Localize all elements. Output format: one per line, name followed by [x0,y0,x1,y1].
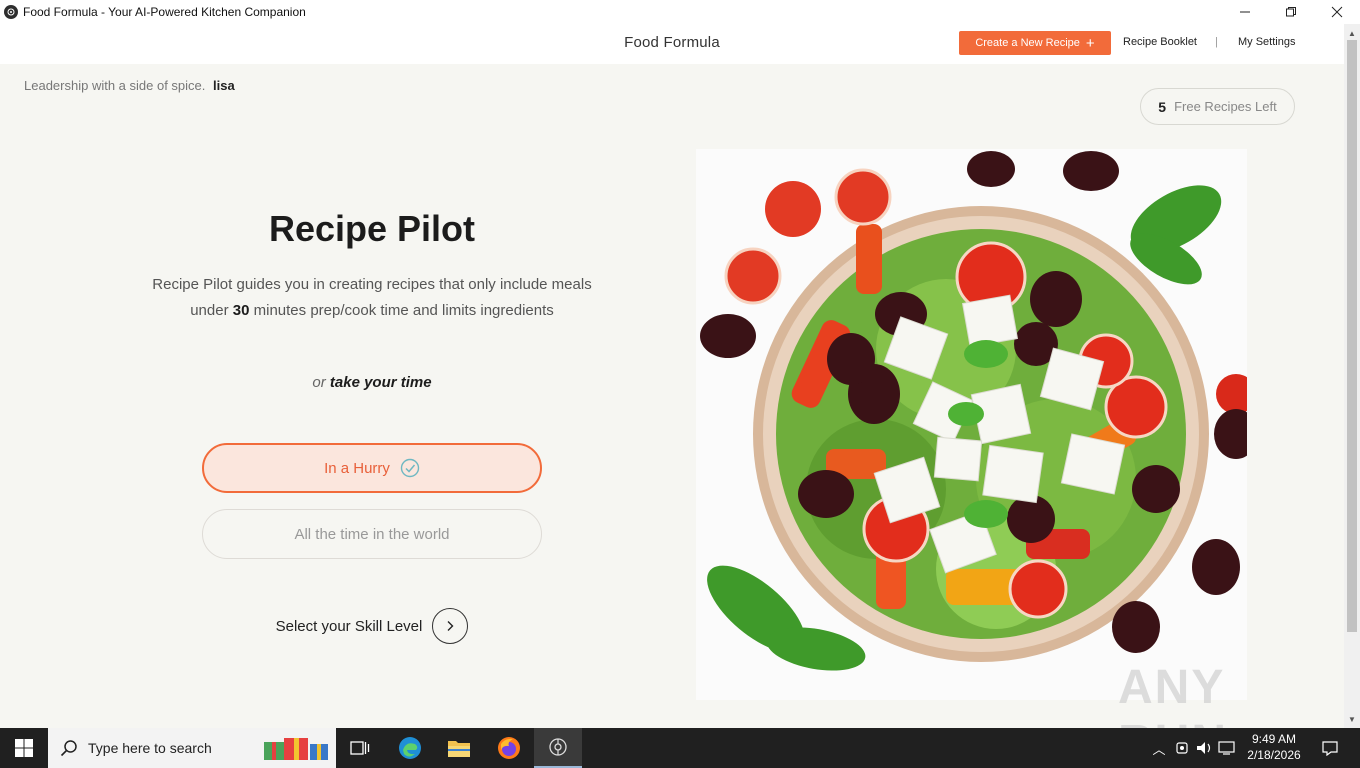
description-line-1: Recipe Pilot guides you in creating reci… [152,276,592,293]
minimize-icon[interactable] [1222,0,1268,24]
scrollbar-thumb[interactable] [1347,40,1357,632]
food-formula-app-icon[interactable] [534,728,582,768]
check-circle-icon [400,458,420,478]
page-title: Recipe Pilot [268,208,476,249]
clock-date: 2/18/2026 [1247,748,1301,762]
chevron-right-icon[interactable] [432,608,469,644]
username: lisa [213,78,235,93]
description-line-2-post: minutes prep/cook time and limits ingred… [253,302,554,319]
system-tray: ︿ [1150,728,1238,768]
restore-icon[interactable] [1268,0,1314,24]
main-content: Leadership with a side of spice. lisa 5 … [0,64,1344,728]
recipe-booklet-link[interactable]: Recipe Booklet [1123,36,1197,48]
volume-icon[interactable] [1194,740,1216,756]
in-a-hurry-option[interactable]: In a Hurry [202,443,542,493]
gift-boxes-icon [264,738,328,760]
all-the-time-label: All the time in the world [294,525,450,543]
plus-icon: + [1085,34,1095,52]
create-recipe-button[interactable]: Create a New Recipe + [959,31,1111,55]
windows-start-icon[interactable] [0,728,48,768]
window-titlebar: Food Formula - Your AI-Powered Kitchen C… [0,0,1360,24]
search-placeholder: Type here to search [88,740,212,756]
all-the-time-option[interactable]: All the time in the world [202,509,542,559]
recipe-pilot-description: Recipe Pilot guides you in creating reci… [120,272,624,324]
or-prefix: or [312,374,326,391]
description-minutes: 30 [232,302,250,319]
window-title: Food Formula - Your AI-Powered Kitchen C… [23,5,306,19]
app-header: Food Formula Create a New Recipe + Recip… [0,24,1344,64]
skill-level-selector[interactable]: Select your Skill Level [120,608,624,644]
search-icon [60,740,77,757]
network-icon[interactable] [1216,740,1238,756]
anyrun-watermark: ANY RUN [1118,661,1226,728]
clock-time: 9:49 AM [1251,732,1297,746]
firefox-icon[interactable] [485,728,533,768]
create-recipe-label: Create a New Recipe [975,37,1080,49]
tagline: Leadership with a side of spice. lisa [24,78,235,93]
window-controls [1222,0,1360,24]
close-icon[interactable] [1314,0,1360,24]
free-recipes-label: Free Recipes Left [1174,99,1277,114]
app-logo-icon [4,5,18,19]
taskbar-search-box[interactable]: Type here to search [48,728,336,768]
edge-browser-icon[interactable] [386,728,434,768]
meet-now-icon[interactable] [1172,740,1194,756]
file-explorer-icon[interactable] [435,728,483,768]
or-take-your-time: or take your time [120,374,624,391]
task-view-icon[interactable] [336,728,384,768]
salad-photo [696,149,1247,700]
description-line-2-pre: under [190,302,229,319]
chevron-up-icon[interactable]: ︿ [1150,739,1168,758]
notifications-icon[interactable] [1310,728,1350,768]
scroll-up-icon[interactable]: ▲ [1344,26,1360,40]
take-your-time-text: take your time [329,374,432,391]
in-a-hurry-label: In a Hurry [324,459,390,477]
taskbar: Type here to search ︿ 9:49 AM 2/18/2026 [0,728,1360,768]
tagline-text: Leadership with a side of spice. [24,78,206,93]
nav-separator: | [1215,36,1218,48]
vertical-scrollbar[interactable]: ▲ ▼ [1344,24,1360,728]
taskbar-clock[interactable]: 9:49 AM 2/18/2026 [1240,731,1308,763]
scroll-down-icon[interactable]: ▼ [1344,712,1360,726]
skill-level-label: Select your Skill Level [275,617,423,635]
free-recipes-badge: 5 Free Recipes Left [1140,88,1295,125]
my-settings-link[interactable]: My Settings [1238,36,1295,48]
free-recipes-count: 5 [1158,98,1167,115]
